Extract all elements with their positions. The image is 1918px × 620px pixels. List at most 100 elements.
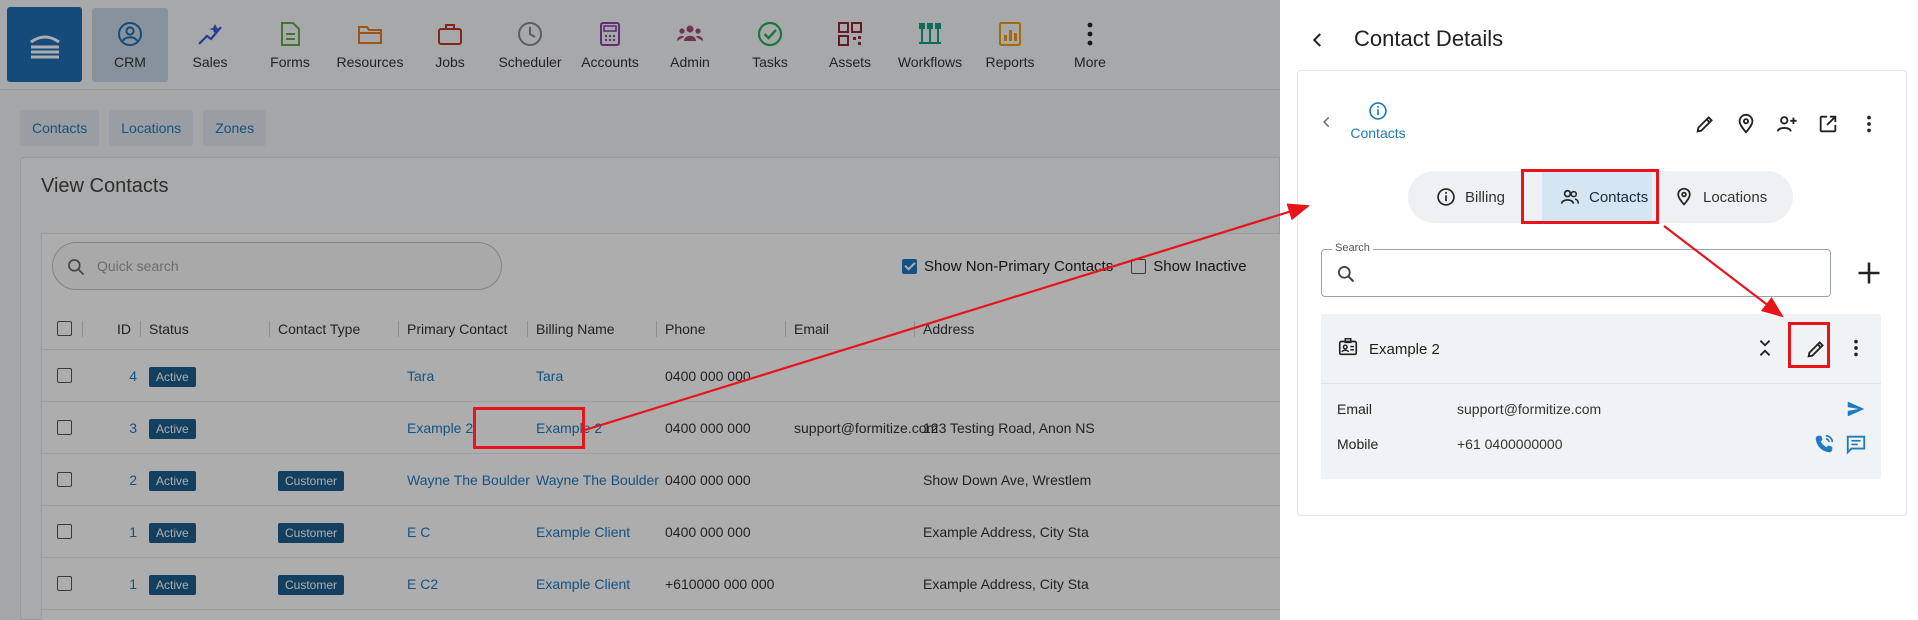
nav-item-label: Scheduler [498, 54, 562, 70]
header-address[interactable]: Address [913, 308, 974, 350]
cell-id[interactable]: 2 [117, 454, 137, 506]
nav-item-admin[interactable]: Admin [652, 8, 728, 82]
cell-status: Active [149, 350, 196, 402]
more-vertical-icon[interactable] [1858, 113, 1880, 135]
cell-id[interactable]: 1 [117, 558, 137, 610]
nav-item-label: More [1074, 54, 1106, 70]
cell-primary-contact[interactable]: E C2 [407, 558, 438, 610]
row-checkbox[interactable] [57, 524, 72, 539]
subtab-contacts[interactable]: Contacts [20, 110, 100, 146]
row-checkbox[interactable] [57, 420, 72, 435]
header-phone[interactable]: Phone [655, 308, 705, 350]
header-billing-name[interactable]: Billing Name [527, 308, 615, 350]
quick-search-input[interactable]: Quick search [52, 242, 502, 290]
header-primary-contact[interactable]: Primary Contact [397, 308, 507, 350]
more-vertical-icon[interactable] [1845, 337, 1867, 359]
drawer-back-button[interactable] [1302, 24, 1334, 56]
contact-card: Example 2 Email support@formitize.com Mo… [1321, 314, 1881, 479]
workflows-icon [919, 23, 941, 44]
table-row[interactable]: 3 Active Example 2 Example 2 0400 000 00… [42, 402, 1282, 454]
message-icon[interactable] [1845, 433, 1867, 455]
contact-details-drawer: Contact Details Contacts Billing Contact… [1280, 0, 1918, 620]
assets-icon [838, 22, 862, 46]
row-checkbox[interactable] [57, 576, 72, 591]
nav-item-resources[interactable]: Resources [332, 8, 408, 82]
cell-primary-contact[interactable]: Tara [407, 350, 434, 402]
admin-icon [677, 25, 703, 41]
nav-item-label: Forms [270, 54, 310, 70]
more-icon [1087, 22, 1093, 46]
nav-item-label: Tasks [752, 54, 788, 70]
select-all-checkbox[interactable] [57, 321, 72, 336]
inactive-checkbox[interactable] [1131, 259, 1147, 274]
nav-item-label: Workflows [897, 54, 963, 70]
app-logo[interactable] [7, 7, 82, 82]
tab-locations[interactable]: Locations [1674, 171, 1767, 223]
table-row[interactable]: 1 Active Customer E C2 Example Client +6… [42, 558, 1282, 610]
add-person-icon[interactable] [1776, 113, 1798, 135]
send-icon[interactable] [1845, 398, 1867, 420]
filter-non-primary-label: Show Non-Primary Contacts [924, 258, 1114, 275]
resources-icon [358, 26, 382, 44]
nav-item-tasks[interactable]: Tasks [732, 8, 808, 82]
cell-id[interactable]: 1 [117, 506, 137, 558]
cell-billing-name[interactable]: Example Client [536, 506, 630, 558]
nav-item-assets[interactable]: Assets [812, 8, 888, 82]
breadcrumb[interactable]: Contacts [1348, 101, 1408, 141]
tab-billing[interactable]: Billing [1436, 171, 1505, 223]
nav-item-label: Accounts [581, 54, 639, 70]
cell-phone: 0400 000 000 [665, 524, 751, 540]
filter-non-primary[interactable]: Show Non-Primary Contacts [902, 258, 1113, 275]
info-icon [1369, 102, 1387, 120]
row-checkbox[interactable] [57, 472, 72, 487]
contacts-search-input[interactable]: Search [1321, 242, 1831, 297]
collapse-icon[interactable] [1754, 337, 1776, 359]
filter-inactive[interactable]: Show Inactive [1131, 258, 1247, 275]
tab-contacts[interactable]: Contacts [1542, 171, 1652, 223]
phone-icon[interactable] [1813, 433, 1835, 455]
tab-billing-label: Billing [1465, 188, 1506, 206]
nav-item-reports[interactable]: Reports [972, 8, 1048, 82]
contact-type-badge: Customer [278, 471, 345, 492]
nav-item-more[interactable]: More [1052, 8, 1128, 82]
open-external-icon[interactable] [1817, 113, 1839, 135]
cell-phone: 0400 000 000 [665, 420, 751, 436]
header-contact-type[interactable]: Contact Type [268, 308, 360, 350]
card-back-button[interactable] [1320, 115, 1334, 134]
cell-address: Example Address, City Sta [923, 576, 1089, 592]
table-row[interactable]: 2 Active Customer Wayne The Boulder Wayn… [42, 454, 1282, 506]
nav-item-scheduler[interactable]: Scheduler [492, 8, 568, 82]
cell-primary-contact[interactable]: Wayne The Boulder [407, 454, 530, 506]
header-email[interactable]: Email [784, 308, 829, 350]
cell-primary-contact[interactable]: E C [407, 506, 430, 558]
non-primary-checkbox[interactable] [902, 259, 917, 274]
contact-card-header[interactable]: Example 2 [1321, 314, 1881, 384]
edit-icon[interactable] [1694, 113, 1716, 135]
cell-billing-name[interactable]: Example Client [536, 558, 630, 610]
nav-item-jobs[interactable]: Jobs [412, 8, 488, 82]
cell-billing-name[interactable]: Example 2 [536, 402, 602, 454]
mobile-row: Mobile +61 0400000000 [1337, 433, 1867, 457]
header-id[interactable]: ID [117, 308, 131, 350]
nav-item-workflows[interactable]: Workflows [892, 8, 968, 82]
cell-id[interactable]: 4 [117, 350, 137, 402]
row-checkbox[interactable] [57, 368, 72, 383]
edit-contact-icon[interactable] [1805, 338, 1827, 360]
cell-billing-name[interactable]: Wayne The Boulder [536, 454, 659, 506]
nav-item-crm[interactable]: CRM [92, 8, 168, 82]
header-status[interactable]: Status [140, 308, 189, 350]
subtab-zones[interactable]: Zones [203, 110, 267, 146]
cell-id[interactable]: 3 [117, 402, 137, 454]
nav-item-sales[interactable]: Sales [172, 8, 248, 82]
table-row[interactable]: 4 Active Tara Tara 0400 000 000 [42, 350, 1282, 402]
nav-item-label: CRM [114, 54, 146, 70]
table-row[interactable]: 1 Active Customer E C Example Client 040… [42, 506, 1282, 558]
nav-item-forms[interactable]: Forms [252, 8, 328, 82]
location-pin-icon[interactable] [1735, 113, 1757, 135]
breadcrumb-label: Contacts [1350, 125, 1406, 141]
subtab-locations[interactable]: Locations [109, 110, 194, 146]
add-contact-button[interactable] [1855, 259, 1883, 287]
nav-item-accounts[interactable]: Accounts [572, 8, 648, 82]
cell-primary-contact[interactable]: Example 2 [407, 402, 473, 454]
cell-billing-name[interactable]: Tara [536, 350, 563, 402]
